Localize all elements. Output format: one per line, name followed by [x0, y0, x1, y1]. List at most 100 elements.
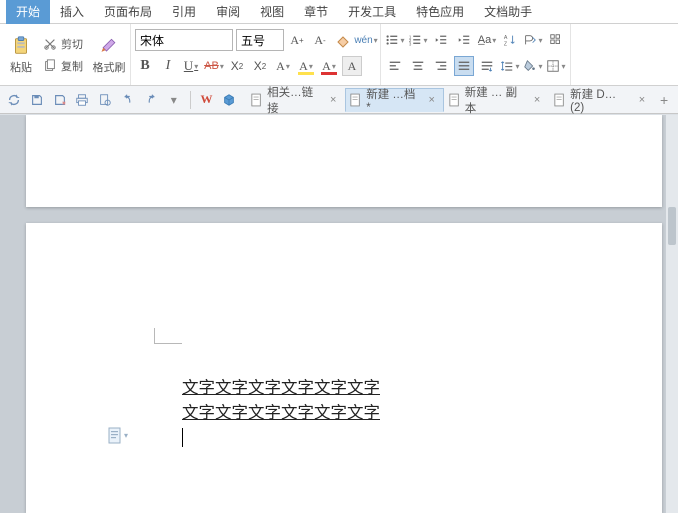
- text-direction-button[interactable]: ▾: [523, 30, 543, 50]
- doc-tab-label: 新建 …档 *: [366, 86, 422, 114]
- scrollbar-thumb[interactable]: [668, 207, 676, 245]
- bold-button[interactable]: B: [135, 56, 155, 76]
- align-center-button[interactable]: [408, 56, 428, 76]
- sort-button[interactable]: AZ: [500, 30, 520, 50]
- align-left-button[interactable]: [385, 56, 405, 76]
- close-icon[interactable]: ×: [328, 94, 338, 106]
- qa-saveas-icon[interactable]: [50, 90, 70, 110]
- text-line-2[interactable]: 文字文字文字文字文字文字: [182, 401, 380, 426]
- qa-preview-icon[interactable]: [95, 90, 115, 110]
- highlight-button[interactable]: A▾: [296, 56, 316, 76]
- page-icon: [108, 427, 122, 444]
- vertical-scrollbar[interactable]: [666, 115, 678, 513]
- borders-button[interactable]: ▾: [546, 56, 566, 76]
- qa-sync-icon[interactable]: [4, 90, 24, 110]
- numbering-button[interactable]: 123▾: [408, 30, 428, 50]
- paste-label: 粘贴: [10, 59, 32, 75]
- doc-tab-4[interactable]: 新建 D… (2) ×: [549, 88, 654, 112]
- show-marks-button[interactable]: [546, 30, 566, 50]
- font-name-combo[interactable]: [135, 29, 233, 51]
- doc-icon: [449, 93, 461, 107]
- qa-redo-icon[interactable]: [141, 90, 161, 110]
- add-tab-button[interactable]: +: [654, 92, 674, 108]
- cut-button[interactable]: 剪切: [38, 33, 92, 55]
- subscript-button[interactable]: X2: [250, 56, 270, 76]
- group-clipboard: 粘贴 剪切 复制: [0, 24, 131, 85]
- menu-tab-layout[interactable]: 页面布局: [94, 0, 162, 24]
- doc-icon: [350, 93, 362, 107]
- menu-tab-review[interactable]: 审阅: [206, 0, 250, 24]
- menu-tab-developer[interactable]: 开发工具: [338, 0, 406, 24]
- distribute-button[interactable]: [477, 56, 497, 76]
- wps-logo-icon[interactable]: W: [197, 90, 217, 110]
- text-cursor: [182, 428, 183, 447]
- page-current[interactable]: 文字文字文字文字文字文字 文字文字文字文字文字文字 ▾: [26, 223, 662, 513]
- decrease-indent-button[interactable]: [431, 30, 451, 50]
- svg-text:3: 3: [409, 41, 412, 46]
- line-spacing-button[interactable]: ▾: [500, 56, 520, 76]
- menu-tab-special[interactable]: 特色应用: [406, 0, 474, 24]
- brush-icon: [98, 35, 120, 57]
- document-text[interactable]: 文字文字文字文字文字文字 文字文字文字文字文字文字: [182, 376, 380, 451]
- shrink-font-button[interactable]: A-: [310, 30, 330, 50]
- increase-indent-button[interactable]: [454, 30, 474, 50]
- group-paragraph: ▾ 123▾ A̲a▾ AZ ▾ ▾ ▾ ▾: [381, 24, 571, 85]
- underline-button[interactable]: U▾: [181, 56, 201, 76]
- superscript-button[interactable]: X2: [227, 56, 247, 76]
- doc-icon: [251, 93, 263, 107]
- page-options-button[interactable]: ▾: [108, 427, 128, 444]
- font-color-button[interactable]: A▾: [319, 56, 339, 76]
- qa-undo-icon[interactable]: [118, 90, 138, 110]
- document-canvas[interactable]: 文字文字文字文字文字文字 文字文字文字文字文字文字 ▾: [0, 115, 678, 513]
- close-icon[interactable]: ×: [426, 94, 436, 106]
- menu-tab-dochelper[interactable]: 文档助手: [474, 0, 542, 24]
- text-line-1[interactable]: 文字文字文字文字文字文字: [182, 376, 380, 401]
- svg-text:Z: Z: [504, 41, 508, 47]
- close-icon[interactable]: ×: [637, 94, 647, 106]
- group-font: A+ A- wén▾ B I U▾ AB▾ X2 X2 A▾ A▾ A▾ A: [131, 24, 381, 85]
- document-tabs: 相关…链接 × 新建 …档 * × 新建 … 副本 × 新建 D… (2) × …: [246, 86, 674, 113]
- italic-button[interactable]: I: [158, 56, 178, 76]
- font-size-combo[interactable]: [236, 29, 284, 51]
- format-painter-label: 格式刷: [93, 59, 126, 75]
- menu-tab-start[interactable]: 开始: [6, 0, 50, 24]
- cut-label: 剪切: [61, 36, 83, 52]
- align-right-button[interactable]: [431, 56, 451, 76]
- menu-tab-section[interactable]: 章节: [294, 0, 338, 24]
- qa-more-icon[interactable]: ▾: [164, 90, 184, 110]
- qa-print-icon[interactable]: [72, 90, 92, 110]
- phonetic-guide-button[interactable]: wén▾: [356, 30, 376, 50]
- menu-tab-view[interactable]: 视图: [250, 0, 294, 24]
- margin-guide: [154, 328, 182, 344]
- strikethrough-button[interactable]: AB▾: [204, 56, 224, 76]
- menu-tab-insert[interactable]: 插入: [50, 0, 94, 24]
- doc-tab-label: 新建 … 副本: [465, 84, 528, 116]
- bullets-button[interactable]: ▾: [385, 30, 405, 50]
- doc-tab-2[interactable]: 新建 …档 * ×: [345, 88, 444, 112]
- copy-icon: [41, 57, 59, 75]
- paste-button[interactable]: 粘贴: [4, 27, 38, 83]
- shading-button[interactable]: ▾: [523, 56, 543, 76]
- text-effects-button[interactable]: A▾: [273, 56, 293, 76]
- grow-font-button[interactable]: A+: [287, 30, 307, 50]
- qa-save-icon[interactable]: [27, 90, 47, 110]
- scissors-icon: [41, 35, 59, 53]
- doc-tab-3[interactable]: 新建 … 副本 ×: [444, 88, 549, 112]
- align-justify-button[interactable]: [454, 56, 474, 76]
- copy-button[interactable]: 复制: [38, 55, 86, 77]
- doc-tab-label: 新建 D… (2): [570, 86, 633, 114]
- clear-format-button[interactable]: [333, 30, 353, 50]
- format-painter[interactable]: 格式刷: [92, 27, 126, 83]
- chevron-down-icon: ▾: [124, 431, 128, 440]
- doc-tab-label: 相关…链接: [267, 84, 324, 116]
- close-icon[interactable]: ×: [532, 94, 542, 106]
- cube-icon[interactable]: [219, 90, 239, 110]
- menu-bar: 开始 插入 页面布局 引用 审阅 视图 章节 开发工具 特色应用 文档助手: [0, 0, 678, 24]
- char-shading-button[interactable]: A: [342, 56, 362, 76]
- copy-label: 复制: [61, 58, 83, 74]
- menu-tab-reference[interactable]: 引用: [162, 0, 206, 24]
- doc-tab-1[interactable]: 相关…链接 ×: [246, 88, 345, 112]
- clipboard-icon: [10, 35, 32, 57]
- change-case-button[interactable]: A̲a▾: [477, 30, 497, 50]
- page-previous[interactable]: [26, 115, 662, 207]
